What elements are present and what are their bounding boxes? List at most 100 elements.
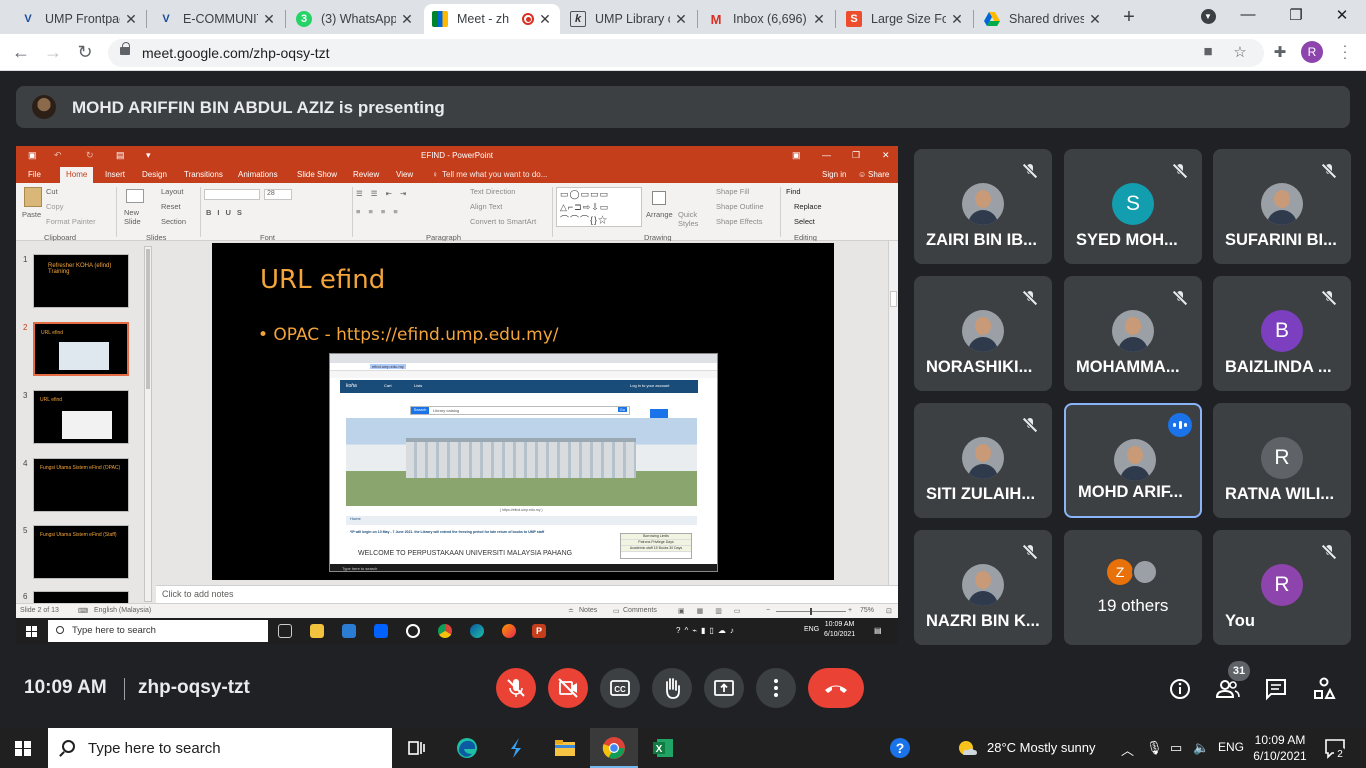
meeting-details-button[interactable] [1167, 676, 1193, 708]
fit-slide-icon: ⊡ [886, 608, 892, 615]
participant-tile[interactable]: MOHAMMA... [1064, 276, 1202, 391]
others-tile[interactable]: Z 19 others [1064, 530, 1202, 645]
participant-tile[interactable]: NAZRI BIN K... [914, 530, 1052, 645]
shape-effects-label: Shape Effects [716, 217, 763, 226]
presenter-clock: 10:09 AM 6/10/2021 [824, 620, 855, 640]
maximize-icon[interactable]: ❐ [1276, 6, 1316, 24]
tab-label: UMP Frontpag [45, 12, 120, 26]
ppt-window-title: EFIND - PowerPoint [420, 151, 494, 160]
taskbar-search-placeholder: Type here to search [88, 740, 221, 757]
task-view-icon [278, 624, 292, 638]
replace-label: Replace [794, 202, 822, 211]
thumb-title: Refresher KOHA (efind) Training [48, 263, 112, 275]
tab-whatsapp[interactable]: 3 (3) WhatsApp ✕ [288, 4, 422, 34]
weather-icon[interactable] [955, 736, 979, 760]
edge-icon[interactable] [455, 736, 479, 760]
close-icon[interactable]: ✕ [262, 11, 276, 28]
shot-home: Home [346, 516, 697, 525]
participant-tile[interactable]: NORASHIKI... [914, 276, 1052, 391]
participant-tile[interactable]: SUFARINI BI... [1213, 149, 1351, 264]
taskbar-search-box[interactable]: Type here to search [48, 728, 392, 768]
close-icon[interactable]: ✕ [812, 11, 826, 28]
battery-icon[interactable]: ▭ [1170, 740, 1182, 756]
help-icon[interactable]: ? [888, 736, 912, 760]
participant-avatar [962, 183, 1004, 225]
shot-taskbar: Type here to search [330, 564, 717, 571]
mic-toggle-button[interactable] [496, 668, 536, 708]
participant-tile[interactable]: R You [1213, 530, 1351, 645]
close-icon[interactable]: ✕ [1088, 11, 1102, 28]
tab-e-community[interactable]: V E-COMMUNIT ✕ [150, 4, 284, 34]
system-clock[interactable]: 10:09 AM 6/10/2021 [1248, 732, 1312, 764]
participant-tile[interactable]: R RATNA WILI... [1213, 403, 1351, 518]
close-icon[interactable]: ✕ [538, 11, 552, 28]
visual-studio-code-icon[interactable] [505, 736, 529, 760]
shot-taskbar-search: Type here to search [342, 566, 378, 571]
participant-tile[interactable]: SITI ZULAIH... [914, 403, 1052, 518]
microphone-tray-icon[interactable]: 🎙 [1146, 740, 1163, 756]
font-format-icons: BIUS [206, 208, 248, 217]
participant-tile[interactable]: B BAIZLINDA ... [1213, 276, 1351, 391]
close-icon[interactable]: ✕ [400, 11, 414, 28]
ribbon-options-icon: ▣ [792, 150, 801, 160]
present-now-button[interactable] [704, 668, 744, 708]
comments-toggle: Comments [623, 607, 657, 614]
captions-button[interactable]: CC [600, 668, 640, 708]
close-icon[interactable]: ✕ [674, 11, 688, 28]
koha-icon: k [570, 11, 586, 27]
thumb-number: 3 [23, 391, 28, 400]
camera-toggle-button[interactable] [548, 668, 588, 708]
shot-search: Search Library catalog Go [410, 406, 630, 415]
shot-search-label: Search [411, 407, 429, 414]
close-window-icon[interactable]: ✕ [1322, 6, 1362, 24]
activities-button[interactable] [1311, 676, 1337, 708]
more-options-button[interactable] [756, 668, 796, 708]
raise-hand-button[interactable] [652, 668, 692, 708]
minimize-icon[interactable]: — [1228, 6, 1268, 23]
present-icon [714, 680, 734, 696]
address-bar[interactable]: meet.google.com/zhp-oqsy-tzt [108, 39, 1264, 67]
tray-chevron-icon[interactable]: ︿ [1121, 740, 1134, 759]
chat-button[interactable] [1263, 676, 1289, 708]
chrome-icon[interactable] [602, 736, 626, 760]
participant-avatar: S [1112, 183, 1154, 225]
forward-icon[interactable]: → [42, 41, 64, 63]
shot-search-select: Library catalog [433, 408, 460, 413]
language-indicator[interactable]: ENG [1218, 740, 1244, 754]
tab-large-size-folder[interactable]: S Large Size Fol ✕ [838, 4, 972, 34]
profile-avatar[interactable]: R [1301, 41, 1323, 63]
new-tab-button[interactable]: + [1118, 6, 1140, 28]
browser-menu-icon[interactable]: · · · [1340, 38, 1350, 64]
close-icon[interactable]: ✕ [124, 11, 138, 28]
slide-thumbnail-selected: URL efind [33, 322, 129, 376]
tab-shared-drives[interactable]: Shared drives ✕ [976, 4, 1110, 34]
excel-icon[interactable]: X [651, 736, 675, 760]
windows-start-icon[interactable] [15, 741, 31, 756]
participant-tile[interactable]: S SYED MOH... [1064, 149, 1202, 264]
tab-label: UMP Library c [595, 12, 670, 26]
mic-off-icon [1020, 542, 1040, 562]
volume-muted-icon[interactable]: 🔈 [1193, 740, 1209, 756]
close-icon[interactable]: ✕ [950, 11, 964, 28]
whatsapp-icon: 3 [296, 11, 312, 27]
participant-tile[interactable]: MOHD ARIF... [1064, 403, 1202, 518]
shot-caption: ( https://efind.ump.edu.my ) [500, 508, 543, 512]
mic-off-icon [1319, 161, 1339, 181]
camera-icon[interactable]: ■ [1198, 43, 1218, 60]
extensions-icon[interactable]: ✚ [1270, 43, 1290, 61]
file-explorer-icon[interactable] [553, 736, 577, 760]
participant-tile[interactable]: ZAIRI BIN IB... [914, 149, 1052, 264]
tab-ump-frontpage[interactable]: V UMP Frontpag ✕ [12, 4, 146, 34]
chrome-icon [438, 624, 452, 638]
back-icon[interactable]: ← [10, 41, 32, 63]
tab-search-icon[interactable]: ▼ [1188, 6, 1228, 24]
bookmark-star-icon[interactable]: ☆ [1230, 43, 1250, 61]
tab-meet[interactable]: Meet - zh ✕ [424, 4, 560, 34]
participant-avatar [1112, 310, 1154, 352]
tab-gmail[interactable]: M Inbox (6,696) ✕ [700, 4, 834, 34]
reload-icon[interactable]: ↻ [74, 41, 96, 63]
tab-ump-library[interactable]: k UMP Library c ✕ [562, 4, 696, 34]
notification-center-icon[interactable]: 2 [1323, 736, 1347, 760]
task-view-icon[interactable] [404, 736, 428, 760]
leave-call-button[interactable] [808, 668, 864, 708]
